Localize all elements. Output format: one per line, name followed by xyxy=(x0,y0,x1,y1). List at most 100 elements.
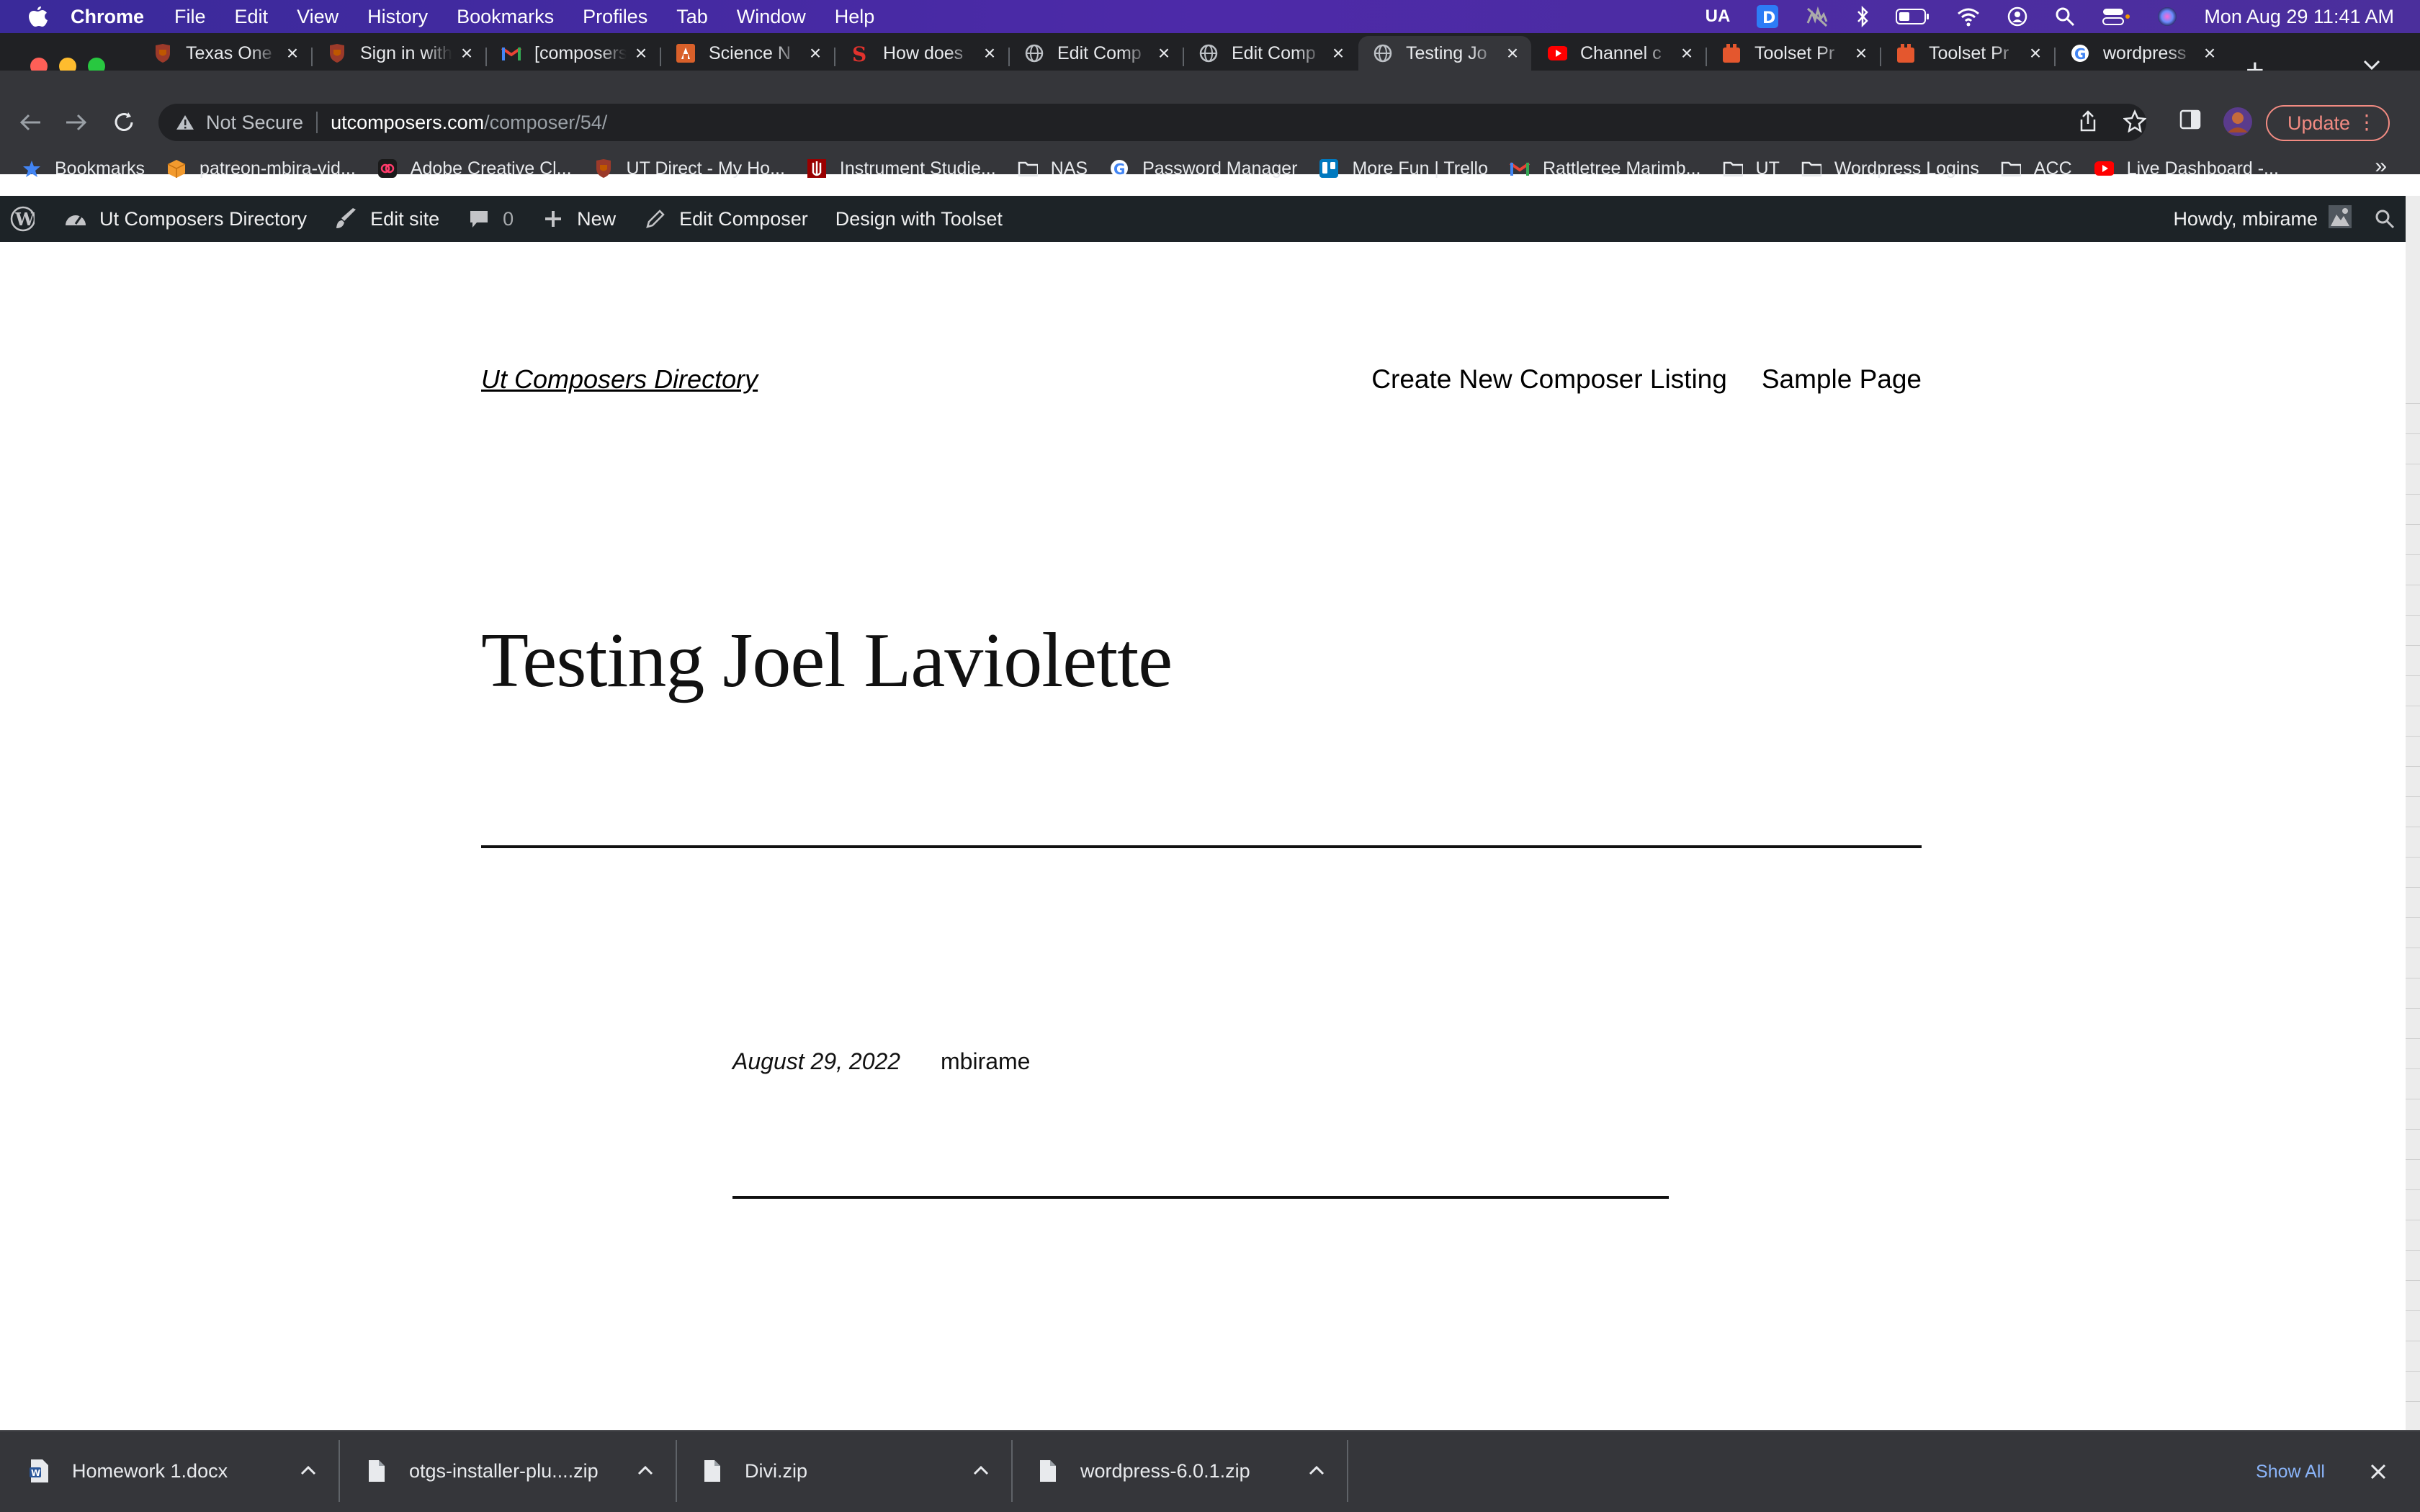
wp-logo-button[interactable]: W xyxy=(10,206,35,232)
download-item[interactable]: wordpress-6.0.1.zip xyxy=(1037,1447,1325,1495)
bookmark-item[interactable]: Bookmarks xyxy=(22,158,145,179)
browser-tab[interactable]: Sign in with × xyxy=(313,36,485,71)
back-arrow-icon[interactable] xyxy=(16,108,45,137)
bookmark-item[interactable]: UT Direct - My Ho... xyxy=(593,158,785,179)
bluetooth-icon[interactable] xyxy=(1855,5,1870,28)
texas-shield-icon xyxy=(153,43,173,63)
admin-site-name[interactable]: Ut Composers Directory xyxy=(63,207,307,231)
update-label: Update xyxy=(2287,112,2351,134)
not-secure-warning-icon[interactable] xyxy=(176,114,194,131)
browser-tab[interactable]: Toolset Pr × xyxy=(1881,36,2054,71)
close-icon[interactable] xyxy=(2364,1457,2393,1486)
siri-icon[interactable] xyxy=(2156,6,2178,27)
admin-edit-composer[interactable]: Edit Composer xyxy=(643,207,808,231)
bookmark-item[interactable]: Rattletree Marimb... xyxy=(1510,158,1701,179)
tab-close-icon[interactable]: × xyxy=(2027,42,2044,65)
tab-close-icon[interactable]: × xyxy=(807,42,824,65)
bookmark-item[interactable]: Live Dashboard -... xyxy=(2094,158,2279,179)
menu-tab[interactable]: Tab xyxy=(676,6,708,28)
tab-close-icon[interactable]: × xyxy=(1155,42,1173,65)
tab-close-icon[interactable]: × xyxy=(2201,42,2218,65)
nav-create-composer-listing[interactable]: Create New Composer Listing xyxy=(1371,364,1727,395)
browser-tab[interactable]: Science N × xyxy=(661,36,834,71)
browser-tab[interactable]: [composers × xyxy=(487,36,660,71)
browser-tab[interactable]: G wordpress × xyxy=(2056,36,2228,71)
tab-close-icon[interactable]: × xyxy=(284,42,301,65)
menu-window[interactable]: Window xyxy=(737,6,806,28)
browser-tab-active[interactable]: Testing Jo × xyxy=(1358,36,1531,71)
bookmarks-overflow-chevron-icon[interactable]: » xyxy=(2375,154,2387,179)
download-item[interactable]: Divi.zip xyxy=(702,1447,990,1495)
kebab-menu-icon[interactable]: ⋮ xyxy=(2357,112,2377,132)
reload-icon[interactable] xyxy=(109,108,138,137)
show-all-downloads-button[interactable]: Show All xyxy=(2233,1457,2348,1486)
bookmark-item[interactable]: G Password Manager xyxy=(1109,158,1297,179)
menu-view[interactable]: View xyxy=(297,6,339,28)
chrome-update-button[interactable]: Update ⋮ xyxy=(2266,105,2390,141)
admin-my-account[interactable]: Howdy, mbirame xyxy=(2173,204,2352,234)
post-author[interactable]: mbirame xyxy=(941,1048,1030,1075)
menu-bookmarks[interactable]: Bookmarks xyxy=(457,6,554,28)
browser-tab[interactable]: Texas One × xyxy=(138,36,311,71)
menu-help[interactable]: Help xyxy=(835,6,875,28)
profile-avatar[interactable] xyxy=(2223,107,2253,137)
menu-profiles[interactable]: Profiles xyxy=(583,6,647,28)
menu-history[interactable]: History xyxy=(367,6,428,28)
browser-tab[interactable]: Channel c × xyxy=(1533,36,1706,71)
post-date[interactable]: August 29, 2022 xyxy=(732,1048,900,1075)
site-title-link[interactable]: Ut Composers Directory xyxy=(481,364,758,395)
spotlight-search-icon[interactable] xyxy=(2054,6,2076,27)
bookmark-item[interactable]: Adobe Creative Cl... xyxy=(377,158,572,179)
download-item[interactable]: W Homework 1.docx xyxy=(29,1447,317,1495)
admin-comments[interactable]: 0 xyxy=(467,207,514,231)
forward-arrow-icon[interactable] xyxy=(62,108,91,137)
menu-app-name[interactable]: Chrome xyxy=(71,6,144,28)
nav-sample-page[interactable]: Sample Page xyxy=(1762,364,1922,395)
bookmark-item[interactable]: UT xyxy=(1723,158,1780,179)
tab-close-icon[interactable]: × xyxy=(1504,42,1521,65)
admin-edit-site[interactable]: Edit site xyxy=(334,207,439,231)
menubar-clock[interactable]: Mon Aug 29 11:41 AM xyxy=(2204,6,2394,28)
tab-close-icon[interactable]: × xyxy=(1678,42,1695,65)
side-panel-icon[interactable] xyxy=(2179,109,2201,130)
bookmark-item[interactable]: NAS xyxy=(1018,158,1088,179)
battery-icon[interactable] xyxy=(1896,8,1930,25)
chevron-up-icon[interactable] xyxy=(637,1459,654,1481)
share-icon[interactable] xyxy=(2079,109,2097,132)
bookmark-item[interactable]: Instrument Studie... xyxy=(807,158,996,179)
control-center-icon[interactable] xyxy=(2102,6,2130,27)
chevron-up-icon[interactable] xyxy=(972,1459,990,1481)
tab-close-icon[interactable]: × xyxy=(1330,42,1347,65)
tab-close-icon[interactable]: × xyxy=(632,42,650,65)
address-bar[interactable]: Not Secure utcomposers.com/composer/54/ xyxy=(158,104,2146,141)
admin-search-icon[interactable] xyxy=(2374,208,2396,230)
browser-tab[interactable]: Edit Comp × xyxy=(1184,36,1357,71)
input-source-indicator[interactable]: UA xyxy=(1706,6,1731,27)
download-item[interactable]: otgs-installer-plu....zip xyxy=(366,1447,654,1495)
tab-close-icon[interactable]: × xyxy=(458,42,475,65)
menu-edit[interactable]: Edit xyxy=(235,6,269,28)
bookmark-item[interactable]: ACC xyxy=(2001,158,2072,179)
bookmark-star-icon[interactable] xyxy=(2123,109,2146,132)
browser-tab[interactable]: S How does × xyxy=(835,36,1008,71)
apple-logo-icon[interactable] xyxy=(27,6,49,27)
admin-design-with-toolset[interactable]: Design with Toolset xyxy=(835,208,1003,230)
tab-close-icon[interactable]: × xyxy=(981,42,998,65)
user-account-icon[interactable] xyxy=(2007,6,2028,27)
tab-title: Edit Comp xyxy=(1232,42,1316,63)
dictionary-app-icon[interactable]: D xyxy=(1756,4,1779,29)
admin-new-content[interactable]: New xyxy=(541,207,616,231)
tab-close-icon[interactable]: × xyxy=(1852,42,1870,65)
menu-file[interactable]: File xyxy=(174,6,206,28)
muted-audio-icon[interactable] xyxy=(1805,6,1829,27)
bookmark-item[interactable]: More Fun | Trello xyxy=(1319,158,1488,179)
admin-howdy-label: Howdy, mbirame xyxy=(2173,207,2318,230)
security-status-label[interactable]: Not Secure xyxy=(206,112,303,134)
bookmark-item[interactable]: Wordpress Logins xyxy=(1801,158,1979,179)
chevron-up-icon[interactable] xyxy=(300,1459,317,1481)
wifi-icon[interactable] xyxy=(1956,6,1981,27)
chevron-up-icon[interactable] xyxy=(1308,1459,1325,1481)
browser-tab[interactable]: Toolset Pr × xyxy=(1707,36,1880,71)
browser-tab[interactable]: Edit Comp × xyxy=(1010,36,1183,71)
bookmark-item[interactable]: patreon-mbira-vid... xyxy=(166,158,356,179)
